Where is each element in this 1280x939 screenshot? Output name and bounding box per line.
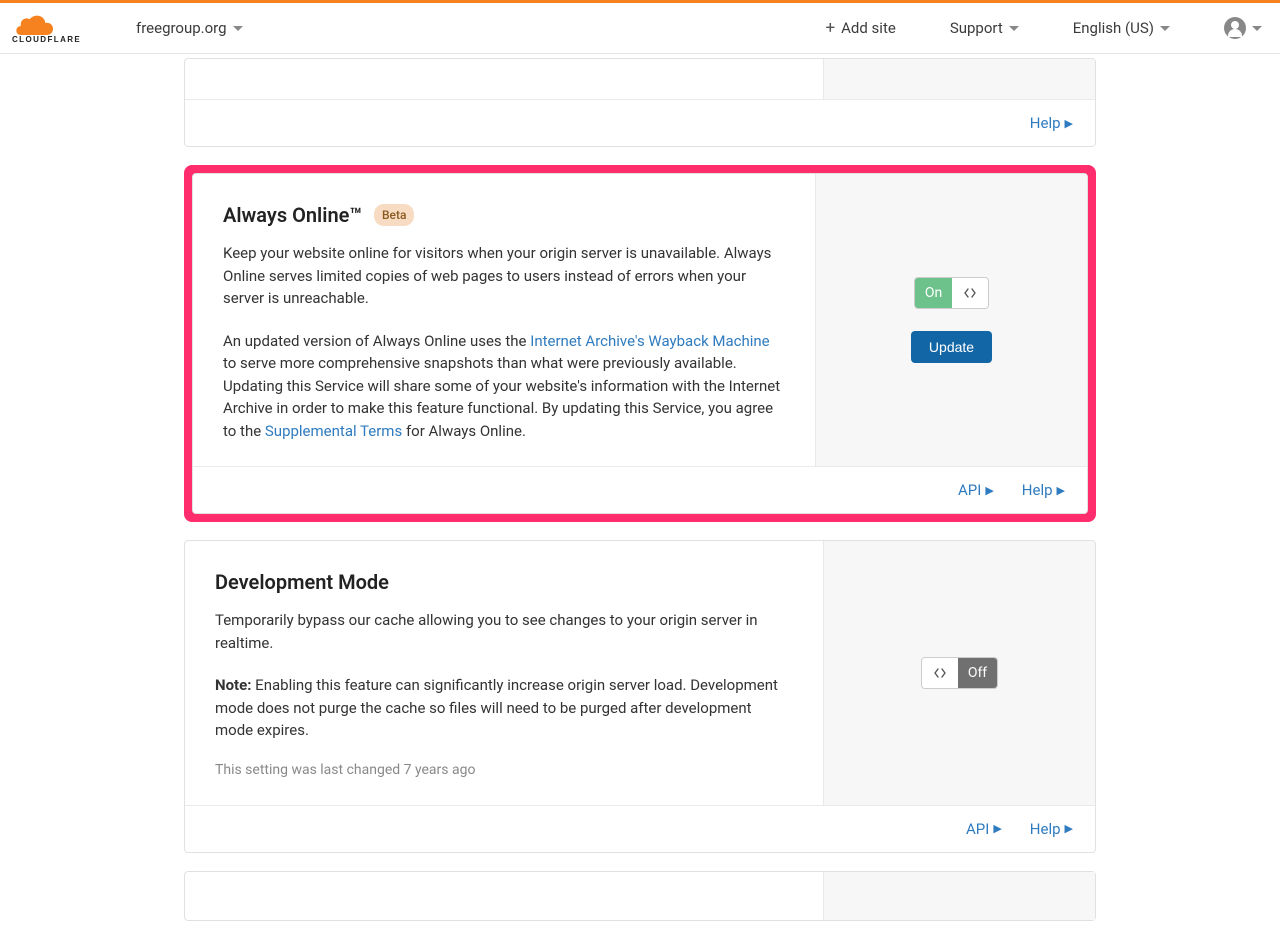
card-footer: API ▶ Help ▶ [185,805,1095,852]
footer-api-label: API [966,820,989,838]
dev-mode-toggle[interactable]: Off [921,657,998,689]
header-bar: CLOUDFLARE freegroup.org + Add site Supp… [0,3,1280,54]
avatar-icon [1224,17,1246,39]
slider-arrows-icon [934,667,946,679]
next-card-stub [184,871,1096,921]
add-site-button[interactable]: + Add site [825,19,895,37]
cloudflare-logo[interactable]: CLOUDFLARE [12,13,108,43]
site-name: freegroup.org [136,19,227,37]
language-label: English (US) [1073,19,1154,37]
language-menu[interactable]: English (US) [1073,19,1170,37]
last-changed-text: This setting was last changed 7 years ag… [215,760,793,781]
toggle-off-segment: Off [958,658,997,688]
update-button[interactable]: Update [911,331,992,363]
plus-icon: + [825,20,835,37]
api-link[interactable]: API ▶ [958,481,994,499]
chevron-right-icon: ▶ [1057,484,1065,497]
toggle-on-segment: On [915,278,952,308]
caret-down-icon [1252,26,1262,31]
site-selector[interactable]: freegroup.org [136,19,243,37]
desc-fragment: An updated version of Always Online uses… [223,332,530,350]
caret-down-icon [1160,26,1170,31]
card-description-note: Note: Enabling this feature can signific… [215,674,793,742]
support-menu[interactable]: Support [950,19,1019,37]
title-text: Development Mode [215,567,389,597]
footer-help-label: Help [1022,481,1053,499]
card-footer: Help ▶ [185,99,1095,146]
account-menu[interactable] [1224,17,1262,39]
help-link[interactable]: Help ▶ [1030,114,1073,132]
card-description-1: Temporarily bypass our cache allowing yo… [215,609,793,654]
caret-down-icon [233,26,243,31]
slider-arrows-icon [964,287,976,299]
always-online-toggle[interactable]: On [914,277,989,309]
card-description-2: An updated version of Always Online uses… [223,330,785,443]
note-label: Note: [215,676,251,694]
title-text: Always Online™ [223,200,362,230]
card-title: Development Mode [215,567,793,597]
toggle-handle [922,658,958,688]
desc-fragment: for Always Online. [402,422,526,440]
chevron-right-icon: ▶ [1065,117,1073,130]
support-label: Support [950,19,1003,37]
development-mode-card: Development Mode Temporarily bypass our … [184,540,1096,853]
chevron-right-icon: ▶ [1065,822,1073,835]
chevron-right-icon: ▶ [985,484,993,497]
wayback-link[interactable]: Internet Archive's Wayback Machine [530,332,769,350]
svg-text:CLOUDFLARE: CLOUDFLARE [12,35,81,43]
add-site-label: Add site [841,19,896,37]
highlight-frame: Always Online™ Beta Keep your website on… [184,165,1096,522]
help-link[interactable]: Help ▶ [1022,481,1065,499]
chevron-right-icon: ▶ [993,822,1001,835]
card-footer: API ▶ Help ▶ [193,466,1087,513]
footer-api-label: API [958,481,981,499]
toggle-handle [952,278,988,308]
api-link[interactable]: API ▶ [966,820,1002,838]
beta-badge: Beta [374,204,414,226]
previous-card-tail: Help ▶ [184,58,1096,147]
footer-help-label: Help [1030,820,1061,838]
footer-help-label: Help [1030,114,1061,132]
always-online-card: Always Online™ Beta Keep your website on… [192,173,1088,514]
card-description-1: Keep your website online for visitors wh… [223,242,785,310]
caret-down-icon [1009,26,1019,31]
supplemental-terms-link[interactable]: Supplemental Terms [265,422,402,440]
note-text: Enabling this feature can significantly … [215,676,778,739]
help-link[interactable]: Help ▶ [1030,820,1073,838]
card-title: Always Online™ Beta [223,200,785,230]
